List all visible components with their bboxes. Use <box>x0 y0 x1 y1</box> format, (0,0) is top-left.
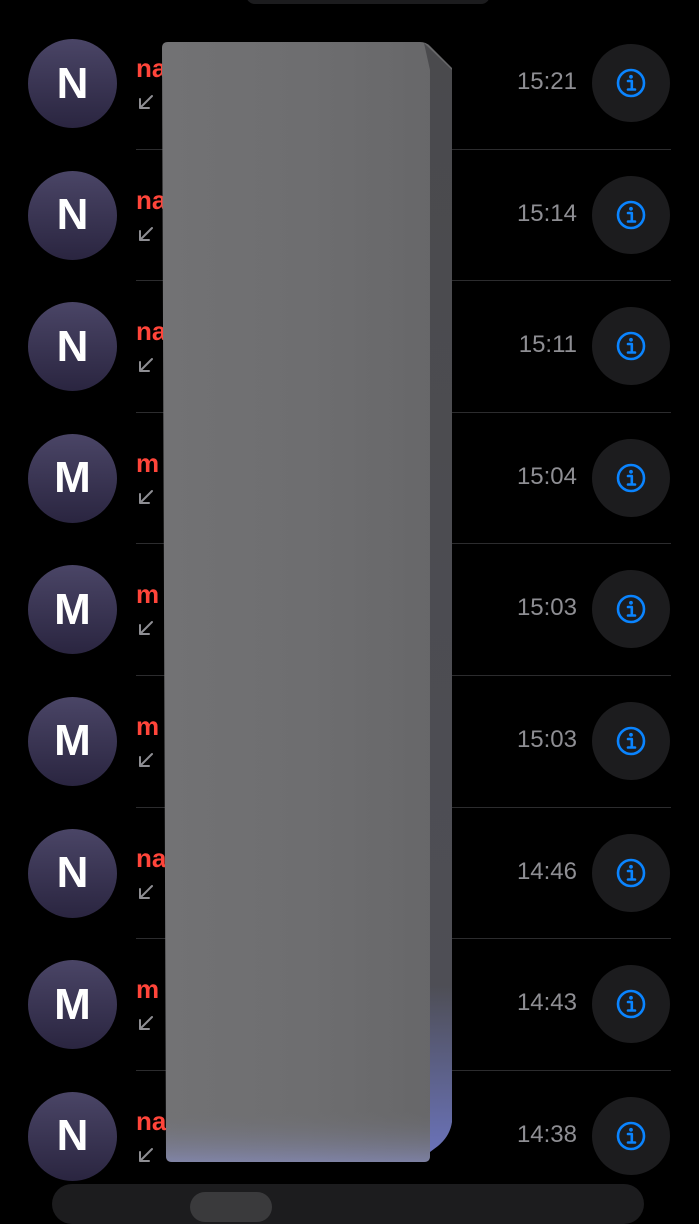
call-time: 15:21 <box>516 68 577 95</box>
call-time: 14:43 <box>516 989 577 1017</box>
call-time: 14:38 <box>516 1120 577 1148</box>
incoming-call-arrow-icon <box>139 358 153 373</box>
info-circle-icon <box>616 989 646 1019</box>
avatar-initial: N <box>56 848 89 898</box>
call-time: 15:03 <box>516 594 577 622</box>
contact-avatar: N <box>28 302 117 392</box>
caller-name: m <box>136 974 160 1005</box>
incoming-call-arrow-icon <box>139 752 153 767</box>
top-sheet-handle <box>246 0 490 4</box>
info-button[interactable] <box>592 307 670 386</box>
caller-name: m <box>136 447 160 478</box>
avatar-initial: M <box>54 979 91 1029</box>
avatar-initial: M <box>54 716 91 766</box>
info-circle-icon <box>616 331 646 361</box>
incoming-call-arrow-icon <box>139 1016 153 1031</box>
caller-name: m <box>136 579 160 610</box>
avatar-initial: M <box>54 453 91 503</box>
incoming-call-arrow-icon <box>139 95 153 109</box>
contact-avatar: M <box>28 433 117 523</box>
incoming-call-arrow-icon <box>139 226 153 241</box>
info-circle-icon <box>616 595 646 624</box>
contact-avatar: N <box>28 39 117 128</box>
contact-avatar: M <box>28 696 117 786</box>
avatar-initial: M <box>54 584 91 634</box>
contact-avatar: N <box>28 170 117 260</box>
info-button[interactable] <box>592 1096 670 1175</box>
incoming-call-arrow-icon <box>139 884 153 899</box>
info-circle-icon <box>616 68 646 98</box>
contact-avatar: M <box>28 960 117 1050</box>
info-button[interactable] <box>592 965 670 1044</box>
info-button[interactable] <box>592 833 670 912</box>
call-time: 15:04 <box>516 462 577 490</box>
contact-avatar: N <box>28 1091 117 1181</box>
incoming-call-arrow-icon <box>139 621 153 636</box>
info-circle-icon <box>616 463 646 493</box>
call-time: 15:14 <box>516 199 577 227</box>
info-button[interactable] <box>592 701 670 780</box>
info-circle-icon <box>616 1121 646 1151</box>
info-button[interactable] <box>592 44 670 122</box>
info-button[interactable] <box>592 438 670 517</box>
avatar-initial: N <box>56 190 89 240</box>
info-button[interactable] <box>592 175 670 254</box>
call-time: 15:03 <box>516 725 577 753</box>
info-circle-icon <box>616 858 646 887</box>
tab-bar-selected-segment[interactable] <box>190 1192 272 1222</box>
info-circle-icon <box>616 200 646 229</box>
avatar-initial: N <box>56 58 89 108</box>
bottom-tab-bar <box>52 1184 644 1224</box>
incoming-call-arrow-icon <box>139 1147 153 1162</box>
incoming-call-arrow-icon <box>139 489 153 504</box>
caller-name: m <box>136 710 160 741</box>
contact-avatar: N <box>28 828 117 918</box>
redaction-block <box>158 40 455 1164</box>
info-circle-icon <box>616 726 646 756</box>
info-button[interactable] <box>592 570 670 649</box>
call-time: 15:11 <box>518 331 577 359</box>
avatar-initial: N <box>56 1111 89 1161</box>
call-time: 14:46 <box>516 857 577 885</box>
avatar-initial: N <box>56 321 89 371</box>
contact-avatar: M <box>28 565 117 655</box>
